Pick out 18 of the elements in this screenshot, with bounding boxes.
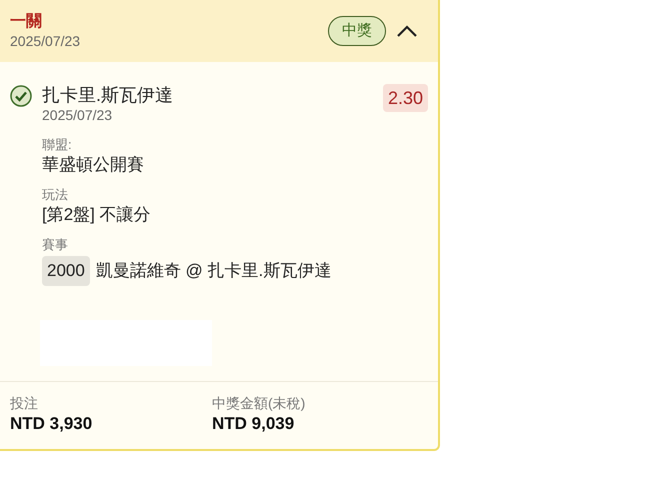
selection-date: 2025/07/23 — [42, 106, 114, 124]
summary-amount: NTD 3,930 — [10, 413, 94, 435]
field-label: 玩法 — [42, 186, 69, 204]
selection-name: 扎卡里.斯瓦伊達 — [42, 84, 174, 106]
summary-label: 投注 — [10, 394, 39, 412]
field-value: 凱曼諾維奇 @ 扎卡里.斯瓦伊達 — [96, 260, 332, 282]
field-value: 華盛頓公開賽 — [42, 154, 145, 176]
summary-label: 中獎金額(未稅) — [212, 394, 306, 412]
chevron-icon — [397, 25, 417, 37]
event-code: 2000 — [42, 256, 90, 286]
summary-amount: NTD 9,039 — [212, 413, 296, 435]
status-badge: 中獎 — [328, 16, 386, 46]
odds-badge: 2.30 — [382, 84, 428, 112]
bet-date: 2025/07/23 — [10, 32, 82, 50]
field-value: [第2盤] 不讓分 — [42, 204, 152, 226]
field-label: 賽事 — [42, 236, 69, 254]
field-label: 聯盟: — [42, 136, 73, 154]
bet-type: 一關 — [10, 12, 43, 32]
